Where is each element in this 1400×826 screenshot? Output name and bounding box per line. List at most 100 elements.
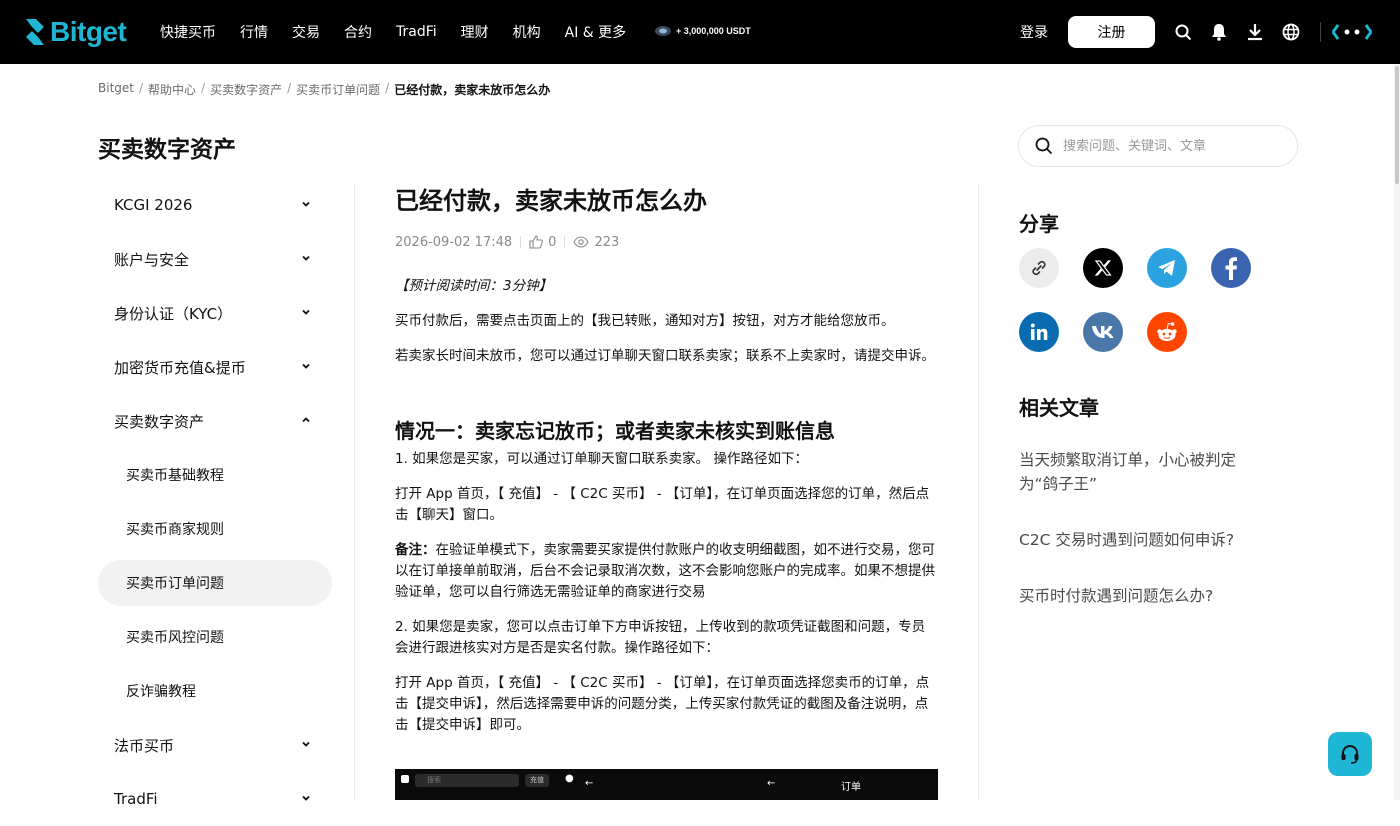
sidebar-item-label: 加密货币充值&提币 [114,358,246,377]
promo-banner[interactable]: + 3,000,000 USDT [654,24,751,38]
telegram-icon[interactable] [1147,248,1187,288]
nav-divider [1320,22,1321,42]
chevron-down-icon [302,363,310,369]
nav-institutional[interactable]: 机构 [513,22,541,42]
article-paragraph: 打开 App 首页，【 充值】 - 【 C2C 买币】 - 【订单】，在订单页面… [395,675,930,733]
sidebar-item-label: KCGI 2026 [114,196,193,214]
ai-assistant-icon[interactable] [1332,22,1372,42]
related-article-link[interactable]: 当天频繁取消订单，小心被判定为“鸽子王” [1019,448,1259,496]
sidebar-item-label: 身份认证（KYC） [114,304,233,323]
chevron-up-icon [302,417,310,423]
breadcrumb-separator: / [201,81,206,95]
article-note: 备注：在验证单模式下，卖家需要买家提供付款账户的收支明细截图，如不进行交易，您可… [395,540,938,603]
article: 已经付款，卖家未放币怎么办 2026-09-02 17:48 0 223 【预计… [395,184,938,736]
preview-button: 充值 [525,774,549,787]
globe-icon[interactable] [1281,22,1301,42]
breadcrumb-separator: / [385,81,390,95]
x-icon[interactable] [1083,248,1123,288]
column-divider [978,184,979,800]
sidebar-subitem-merchant-rules[interactable]: 买卖币商家规则 [98,502,332,556]
login-link[interactable]: 登录 [1020,22,1048,42]
bitget-logo-icon [26,19,44,45]
view-count-group: 223 [573,235,619,250]
chevron-down-icon [302,741,310,747]
nav-earn[interactable]: 理财 [461,22,489,42]
breadcrumb-buy-sell[interactable]: 买卖数字资产 [210,81,282,98]
article-date: 2026-09-02 17:48 [395,234,513,250]
sidebar-item-account-security[interactable]: 账户与安全 [98,232,332,286]
meta-divider [520,236,522,248]
article-meta: 2026-09-02 17:48 0 223 [395,234,938,250]
search-icon[interactable] [1173,22,1193,42]
sidebar-item-kcgi[interactable]: KCGI 2026 [98,178,332,232]
preview-order-title: 订单 [841,782,861,793]
customer-support-button[interactable] [1328,732,1372,776]
promo-text: + 3,000,000 USDT [676,26,751,36]
related-article-link[interactable]: C2C 交易时遇到问题如何申诉? [1019,528,1259,552]
share-title: 分享 [1019,212,1059,236]
breadcrumb-help-center[interactable]: 帮助中心 [148,81,196,98]
breadcrumb-separator: / [138,81,144,95]
logo-text: Bitget [50,16,127,47]
register-button[interactable]: 注册 [1068,16,1155,48]
preview-back-icon: ← [767,778,776,789]
article-paragraph: 1. 如果您是买家，可以通过订单聊天窗口联系卖家。 操作路径如下： [395,451,808,467]
sidebar-item-fiat-buy[interactable]: 法币买币 [98,718,332,772]
nav-quick-buy[interactable]: 快捷买币 [160,22,216,42]
preview-bell-icon: ● [565,773,574,784]
article-heading: 情况一：卖家忘记放币；或者卖家未核实到账信息 [395,419,835,443]
reddit-icon[interactable] [1147,312,1187,352]
breadcrumb-bitget[interactable]: Bitget [98,81,134,98]
sidebar-item-label: 法币买币 [114,736,175,755]
nav-futures[interactable]: 合约 [344,22,372,42]
related-articles-title: 相关文章 [1019,396,1099,420]
sidebar-subitem-risk-control[interactable]: 买卖币风控问题 [98,610,332,664]
chevron-down-icon [302,201,310,207]
chevron-down-icon [302,255,310,261]
sidebar-subitem-order-issues[interactable]: 买卖币订单问题 [98,560,332,606]
sidebar-subitem-anti-fraud[interactable]: 反诈骗教程 [98,664,332,718]
note-text: 在验证单模式下，卖家需要买家提供付款账户的收支明细截图，如不进行交易，您可以在订… [395,542,935,600]
help-search[interactable] [1018,125,1298,167]
like-count: 0 [548,234,557,250]
breadcrumb: Bitget / 帮助中心 / 买卖数字资产 / 买卖币订单问题 / 已经付款，卖家未放… [98,81,550,98]
bitget-logo[interactable]: Bitget [24,16,127,48]
vk-icon[interactable] [1083,312,1123,352]
sidebar-item-buy-sell[interactable]: 买卖数字资产 [98,394,332,448]
download-icon[interactable] [1245,22,1265,42]
sidebar-item-kyc[interactable]: 身份认证（KYC） [98,286,332,340]
search-input[interactable] [1063,138,1263,154]
sidebar-item-tradfi[interactable]: TradFi [98,772,332,826]
note-label: 备注： [395,542,436,558]
preview-back-icon: ← [585,778,594,789]
sidebar-item-label: 账户与安全 [114,250,190,269]
article-paragraph: 若卖家长时间未放币，您可以通过订单聊天窗口联系卖家；联系不上卖家时，请提交申诉。 [395,348,935,364]
nav-tradfi[interactable]: TradFi [396,24,437,40]
app-screenshot-preview: 搜索 充值 ● ← ← 订单 [395,769,938,800]
like-button[interactable]: 0 [529,235,556,250]
linkedin-icon[interactable] [1019,312,1059,352]
breadcrumb-order-issues[interactable]: 买卖币订单问题 [296,81,380,98]
bell-icon[interactable] [1209,22,1229,42]
nav-ai-more[interactable]: AI & 更多 [565,22,627,42]
nav-markets[interactable]: 行情 [240,22,268,42]
article-paragraph: 打开 App 首页，【 充值】 - 【 C2C 买币】 - 【订单】，在订单页面… [395,486,930,523]
chevron-down-icon [302,795,310,801]
thumbs-up-icon [529,235,544,249]
top-nav-bar: Bitget 快捷买币 行情 交易 合约 TradFi 理财 机构 AI & 更… [0,0,1400,64]
sidebar-item-deposit-withdraw[interactable]: 加密货币充值&提币 [98,340,332,394]
read-time: 【预计阅读时间：3分钟】 [395,278,553,294]
search-icon [1035,137,1053,155]
nav-trade[interactable]: 交易 [292,22,320,42]
column-divider [354,184,355,800]
gift-icon [655,26,671,36]
sidebar-item-label: TradFi [114,790,158,808]
sidebar-subitem-basics[interactable]: 买卖币基础教程 [98,448,332,502]
scrollbar-thumb[interactable] [1395,66,1399,184]
headset-icon [1341,745,1359,764]
facebook-icon[interactable] [1211,248,1251,288]
link-icon[interactable] [1019,248,1059,288]
eye-icon [573,236,590,248]
related-article-link[interactable]: 买币时付款遇到问题怎么办? [1019,584,1259,608]
preview-search: 搜索 [415,774,519,787]
